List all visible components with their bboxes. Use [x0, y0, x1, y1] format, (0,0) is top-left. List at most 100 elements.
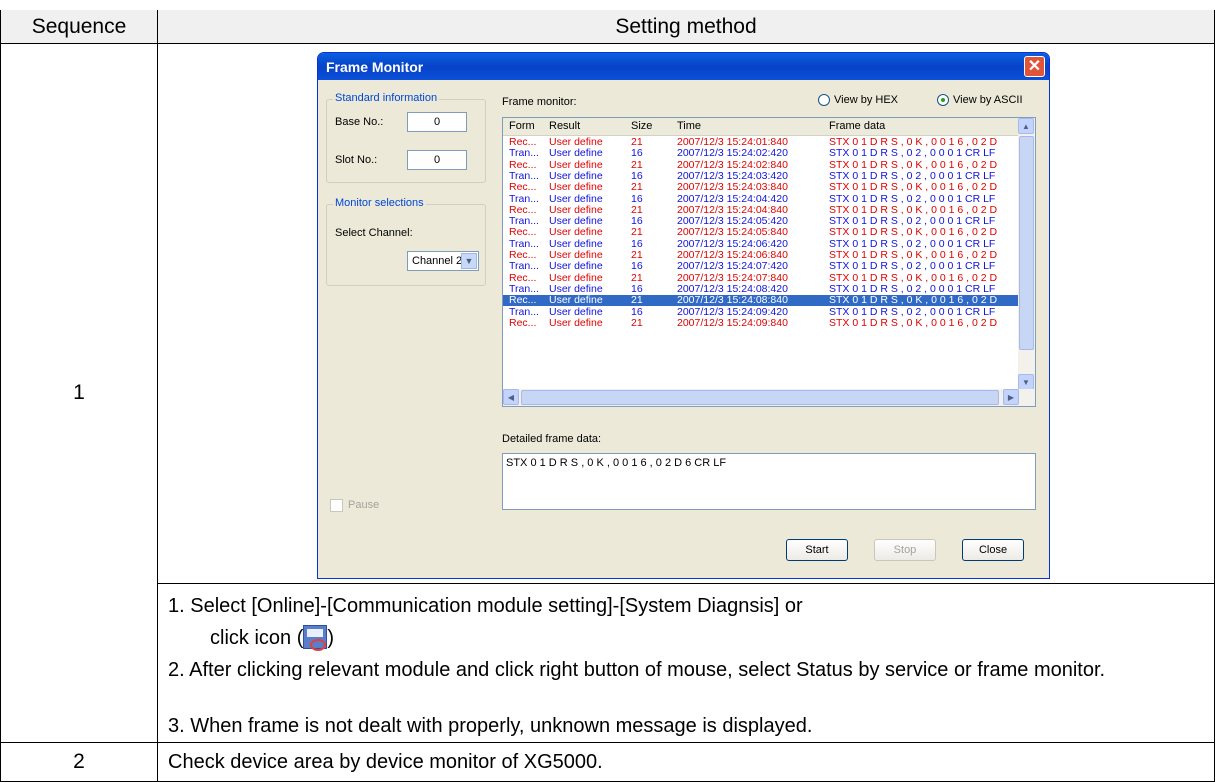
frame-list[interactable]: Form Result Size Time Frame data Rec... U… [502, 117, 1036, 407]
row-2-text: Check device area by device monitor of X… [157, 742, 1215, 782]
list-cell: 16 [631, 147, 643, 160]
list-cell: Tran... [509, 147, 539, 160]
pause-label: Pause [348, 499, 380, 511]
list-cell: User define [549, 147, 603, 160]
start-button[interactable]: Start [786, 539, 848, 561]
list-cell: 21 [631, 203, 643, 216]
close-icon[interactable]: ✕ [1024, 56, 1045, 77]
row-1-sequence: 1 [0, 43, 158, 743]
list-cell: STX 0 1 D R S , 0 2 , 0 0 0 1 CR LF [829, 169, 996, 182]
pause-checkbox[interactable] [330, 499, 343, 512]
title-bar[interactable]: Frame Monitor ✕ [318, 53, 1049, 80]
list-cell: Tran... [509, 282, 539, 295]
list-cell: 2007/12/3 15:24:04:840 [677, 203, 788, 216]
list-cell: User define [549, 215, 603, 228]
list-item[interactable]: Tran... User define 16 2007/12/3 15:24:03:4… [503, 171, 1019, 182]
slot-label: Slot No.: [335, 154, 378, 166]
horizontal-scroll-thumb[interactable] [521, 390, 999, 405]
list-cell: 2007/12/3 15:24:02:420 [677, 147, 788, 160]
select-channel-label: Select Channel: [335, 227, 413, 239]
list-cell: 2007/12/3 15:24:08:840 [677, 294, 788, 307]
list-cell: 2007/12/3 15:24:09:840 [677, 316, 788, 329]
list-item[interactable]: Tran... User define 16 2007/12/3 15:24:09:4… [503, 305, 1019, 318]
list-cell: 2007/12/3 15:24:05:840 [677, 226, 788, 239]
view-by-hex-radio[interactable]: View by HEX [818, 94, 898, 107]
list-item[interactable]: Tran... User define 16 2007/12/3 15:24:05:4… [503, 216, 1019, 227]
list-item[interactable]: Tran... User define 16 2007/12/3 15:24:07:4… [503, 261, 1019, 272]
vertical-scrollbar[interactable]: ▲ ▼ [1018, 118, 1035, 390]
monitor-selections-title: Monitor selections [333, 197, 426, 209]
horizontal-scrollbar[interactable]: ◀ ▶ [503, 389, 1035, 406]
list-cell: STX 0 1 D R S , 0 K , 0 0 1 6 , 0 2 D [829, 136, 998, 148]
list-cell: User define [549, 271, 603, 284]
list-cell: User define [549, 282, 603, 295]
list-cell: Tran... [509, 215, 539, 228]
view-by-ascii-radio[interactable]: View by ASCII [937, 94, 1023, 107]
header-setting-method: Setting method [157, 9, 1215, 44]
row-2-sequence: 2 [0, 742, 158, 782]
standard-info-group: Standard information Base No.: 0 Slot No… [326, 92, 486, 183]
list-cell: 21 [631, 294, 643, 307]
scroll-up-icon[interactable]: ▲ [1018, 118, 1034, 134]
list-cell: 16 [631, 237, 643, 250]
col-result[interactable]: Result [549, 120, 580, 132]
scroll-left-icon[interactable]: ◀ [503, 389, 519, 405]
list-cell: Rec... [509, 136, 537, 148]
list-item[interactable]: Rec... User define 21 2007/12/3 15:24:04:84… [503, 205, 1019, 216]
list-cell: 21 [631, 316, 643, 329]
col-frame-data[interactable]: Frame data [829, 120, 885, 132]
row-1-instructions-cell: 1. Select [Online]-[Communication module… [157, 583, 1215, 743]
header-sequence: Sequence [0, 9, 158, 44]
col-time[interactable]: Time [677, 120, 701, 132]
list-cell: 2007/12/3 15:24:06:840 [677, 249, 788, 261]
list-cell: Rec... [509, 249, 537, 261]
list-cell: STX 0 1 D R S , 0 K , 0 0 1 6 , 0 2 D [829, 181, 998, 194]
view-by-hex-label: View by HEX [834, 94, 898, 106]
chevron-down-icon[interactable]: ▼ [461, 253, 477, 269]
slot-number-field: 0 [407, 150, 467, 170]
list-cell: User define [549, 260, 603, 273]
list-cell: STX 0 1 D R S , 0 2 , 0 0 0 1 CR LF [829, 305, 996, 318]
list-item[interactable]: Tran... User define 16 2007/12/3 15:24:02:4… [503, 148, 1019, 159]
list-cell: Rec... [509, 158, 537, 171]
list-cell: Tran... [509, 169, 539, 182]
list-item[interactable]: Tran... User define 16 2007/12/3 15:24:08:4… [503, 284, 1019, 295]
list-item[interactable]: Rec... User define 21 2007/12/3 15:24:09:84… [503, 318, 1019, 329]
list-item[interactable]: Rec... User define 21 2007/12/3 15:24:01:84… [503, 137, 1019, 148]
scroll-down-icon[interactable]: ▼ [1018, 374, 1034, 390]
list-item[interactable]: Tran... User define 16 2007/12/3 15:24:04:4… [503, 192, 1019, 205]
list-cell: 2007/12/3 15:24:07:420 [677, 260, 788, 273]
col-size[interactable]: Size [631, 120, 652, 132]
list-cell: 16 [631, 215, 643, 228]
list-cell: Rec... [509, 316, 537, 329]
list-item[interactable]: Rec... User define 21 2007/12/3 15:24:07:84… [503, 273, 1019, 284]
list-cell: 2007/12/3 15:24:05:420 [677, 215, 788, 228]
radio-on-icon[interactable] [937, 94, 949, 107]
channel-select[interactable]: Channel 2 ▼ [407, 251, 479, 271]
list-cell: STX 0 1 D R S , 0 K , 0 0 1 6 , 0 2 D [829, 249, 998, 261]
list-cell: 2007/12/3 15:24:03:420 [677, 169, 788, 182]
list-cell: Rec... [509, 271, 537, 284]
scroll-right-icon[interactable]: ▶ [1003, 389, 1019, 405]
list-item[interactable]: Rec... User define 21 2007/12/3 15:24:03:84… [503, 182, 1019, 193]
list-cell: Rec... [509, 294, 537, 307]
list-cell: 2007/12/3 15:24:04:420 [677, 192, 788, 205]
col-form[interactable]: Form [509, 120, 535, 132]
list-item[interactable]: Rec... User define 21 2007/12/3 15:24:05:84… [503, 227, 1019, 238]
detailed-frame-data[interactable]: STX 0 1 D R S , 0 K , 0 0 1 6 , 0 2 D 6 … [502, 453, 1036, 510]
list-cell: 21 [631, 226, 643, 239]
stop-button[interactable]: Stop [874, 539, 936, 561]
list-item[interactable]: Rec... User define 21 2007/12/3 15:24:08:84… [503, 295, 1019, 306]
list-cell: STX 0 1 D R S , 0 2 , 0 0 0 1 CR LF [829, 192, 996, 205]
list-item[interactable]: Tran... User define 16 2007/12/3 15:24:06:4… [503, 239, 1019, 250]
close-button[interactable]: Close [962, 539, 1024, 561]
list-item[interactable]: Rec... User define 21 2007/12/3 15:24:06:84… [503, 250, 1019, 261]
list-cell: Tran... [509, 260, 539, 273]
step-1-icon-suffix: ) [327, 627, 335, 649]
list-cell: User define [549, 203, 603, 216]
vertical-scroll-thumb[interactable] [1019, 136, 1034, 350]
list-cell: STX 0 1 D R S , 0 K , 0 0 1 6 , 0 2 D [829, 271, 998, 284]
list-item[interactable]: Rec... User define 21 2007/12/3 15:24:02:84… [503, 160, 1019, 171]
list-cell: User define [549, 305, 603, 318]
radio-off-icon[interactable] [818, 94, 830, 107]
